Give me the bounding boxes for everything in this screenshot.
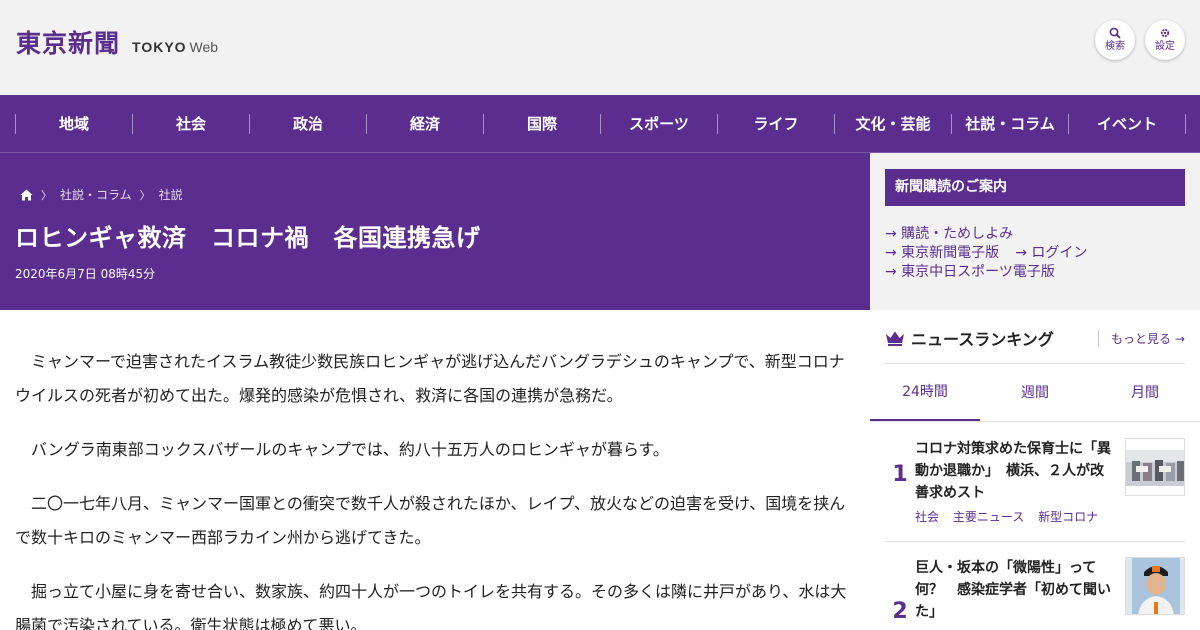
subscription-heading: 新聞購読のご案内 xyxy=(885,169,1185,206)
site-logo[interactable]: 東京新聞 TOKYO Web xyxy=(16,24,218,60)
breadcrumb-separator: 〉 xyxy=(41,188,52,202)
home-icon[interactable] xyxy=(20,189,33,201)
ranking-item[interactable]: 1 コロナ対策求めた保育士に「異動か退職か」 横浜、２人が改善求めスト 社会 主… xyxy=(885,436,1185,536)
nav-item-sports[interactable]: スポーツ xyxy=(601,113,718,134)
article-header: 〉 社説・コラム 〉 社説 ロヒンギャ救済 コロナ禍 各国連携急げ 2020年6… xyxy=(0,153,870,310)
player-photo xyxy=(1126,558,1184,614)
subscription-links: → 購読・ためしよみ → 東京新聞電子版 → ログイン → 東京中日スポーツ電子… xyxy=(885,225,1103,282)
ranking-title: ニュースランキング xyxy=(911,330,1054,349)
main-nav: 地域 社会 政治 経済 国際 スポーツ ライフ 文化・芸能 社説・コラム イベン… xyxy=(0,95,1200,153)
nav-item-region[interactable]: 地域 xyxy=(16,113,133,134)
tab-weekly[interactable]: 週間 xyxy=(980,364,1090,422)
link-subscribe-trial[interactable]: → 購読・ためしよみ xyxy=(885,225,1013,244)
breadcrumb: 〉 社説・コラム 〉 社説 xyxy=(20,186,183,203)
link-chunichi-sports-digital[interactable]: → 東京中日スポーツ電子版 xyxy=(885,263,1055,282)
logo-web: Web xyxy=(189,39,219,55)
article-date: 2020年6月7日 08時45分 xyxy=(15,267,156,281)
logo-english: TOKYO xyxy=(132,39,187,55)
nav-item-events[interactable]: イベント xyxy=(1069,113,1186,134)
site-header: 東京新聞 TOKYO Web 検索 設定 xyxy=(0,0,1200,95)
crown-icon xyxy=(886,331,904,346)
article-paragraph: 二〇一七年八月、ミャンマー国軍との衝突で数千人が殺されたほか、レイプ、放火などの… xyxy=(15,494,846,547)
search-button[interactable]: 検索 xyxy=(1095,20,1135,60)
link-digital-edition[interactable]: → 東京新聞電子版 xyxy=(885,244,999,263)
article-paragraph: バングラ南東部コックスバザールのキャンプでは、約八十五万人のロヒンギャが暮らす。 xyxy=(31,440,669,459)
tag-society[interactable]: 社会 xyxy=(915,510,939,524)
rank-number: 1 xyxy=(892,462,908,487)
article-paragraph: ミャンマーで迫害されたイスラム教徒少数民族ロヒンギャが逃げ込んだバングラデシュの… xyxy=(15,352,845,405)
settings-button[interactable]: 設定 xyxy=(1145,20,1185,60)
protest-photo xyxy=(1126,439,1184,495)
breadcrumb-item-editorial[interactable]: 社説 xyxy=(159,186,183,203)
nav-item-culture[interactable]: 文化・芸能 xyxy=(835,113,952,134)
search-label: 検索 xyxy=(1105,41,1125,52)
ranking-item-title[interactable]: コロナ対策求めた保育士に「異動か退職か」 横浜、２人が改善求めスト xyxy=(915,438,1115,504)
breadcrumb-separator: 〉 xyxy=(139,188,151,202)
article-paragraph: 掘っ立て小屋に身を寄せ合い、数家族、約四十人が一つのトイレを共有する。その多くは… xyxy=(15,582,847,630)
gear-icon xyxy=(1160,28,1170,38)
link-login[interactable]: → ログイン xyxy=(1015,244,1087,263)
search-icon xyxy=(1109,27,1121,39)
nav-item-international[interactable]: 国際 xyxy=(484,113,601,134)
ranking-more-link[interactable]: もっと見る → xyxy=(1098,330,1185,347)
logo-japanese: 東京新聞 xyxy=(16,29,121,58)
tab-24-hours[interactable]: 24時間 xyxy=(870,364,980,422)
ranking-item[interactable]: 2 巨人・坂本の「微陽性」って何？ 感染症学者「初めて聞いた」 xyxy=(885,555,1185,630)
nav-item-editorial[interactable]: 社説・コラム xyxy=(952,113,1069,134)
news-thumbnail[interactable] xyxy=(1125,438,1185,496)
rank-number: 2 xyxy=(892,599,908,624)
nav-item-politics[interactable]: 政治 xyxy=(250,113,367,134)
ranking-tabs: 24時間 週間 月間 xyxy=(870,364,1200,422)
news-thumbnail[interactable] xyxy=(1125,557,1185,615)
tab-monthly[interactable]: 月間 xyxy=(1090,364,1200,422)
breadcrumb-item-editorial-column[interactable]: 社説・コラム xyxy=(60,186,132,203)
ranking-item-tags: 社会 主要ニュース 新型コロナ xyxy=(915,508,1108,525)
settings-label: 設定 xyxy=(1155,41,1175,52)
tag-coronavirus[interactable]: 新型コロナ xyxy=(1038,510,1098,524)
article-title: ロヒンギャ救済 コロナ禍 各国連携急げ xyxy=(15,224,481,252)
tag-main-news[interactable]: 主要ニュース xyxy=(953,510,1024,524)
ranking-item-title[interactable]: 巨人・坂本の「微陽性」って何？ 感染症学者「初めて聞いた」 xyxy=(915,557,1115,623)
divider xyxy=(870,421,1200,422)
nav-item-society[interactable]: 社会 xyxy=(133,113,250,134)
nav-item-life[interactable]: ライフ xyxy=(718,113,835,134)
nav-item-economy[interactable]: 経済 xyxy=(367,113,484,134)
sidebar: 新聞購読のご案内 → 購読・ためしよみ → 東京新聞電子版 → ログイン → 東… xyxy=(870,153,1200,630)
news-ranking: ニュースランキング もっと見る → 24時間 週間 月間 1 コロナ対策求めた保… xyxy=(870,310,1200,630)
article-body: ミャンマーで迫害されたイスラム教徒少数民族ロヒンギャが逃げ込んだバングラデシュの… xyxy=(0,310,870,630)
divider xyxy=(885,541,1185,542)
